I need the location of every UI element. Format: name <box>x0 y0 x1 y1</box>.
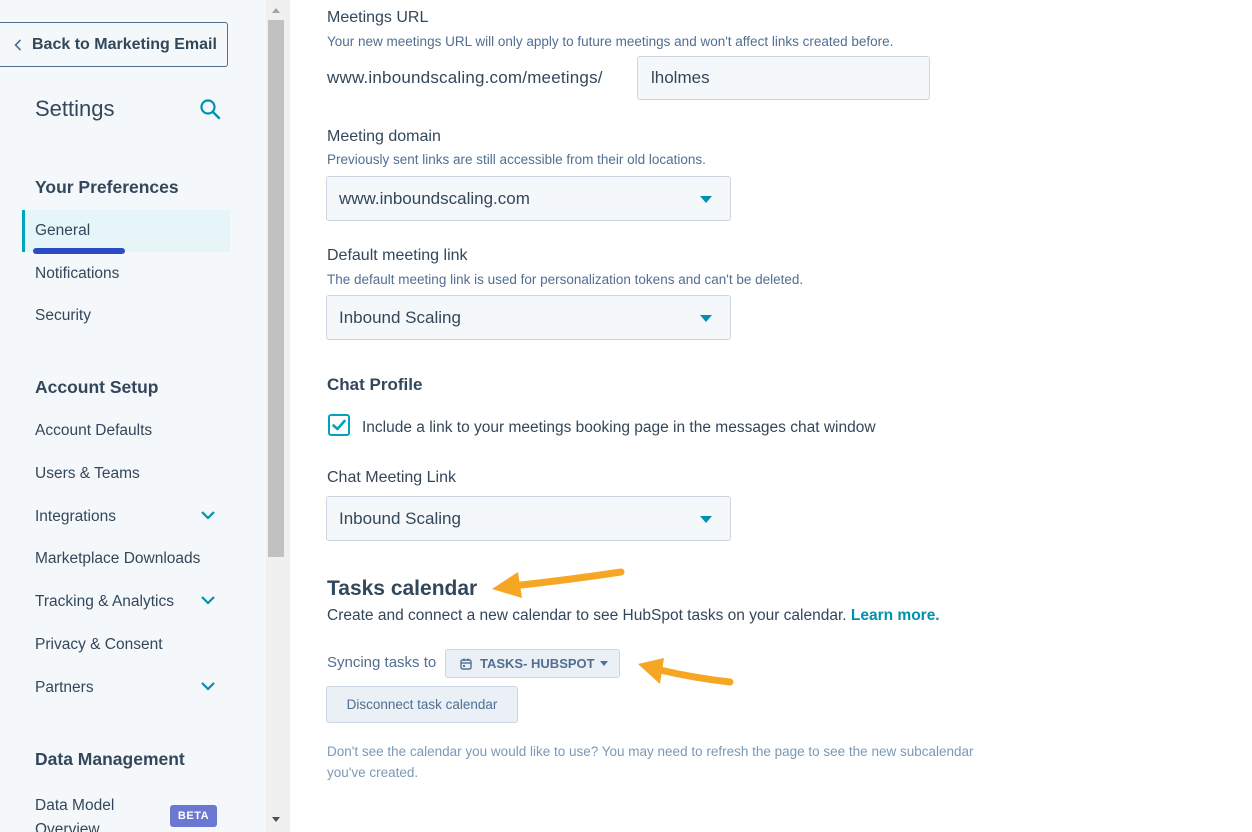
learn-more-link[interactable]: Learn more. <box>851 607 940 624</box>
sidebar-item-marketplace-downloads[interactable]: Marketplace Downloads <box>22 538 230 580</box>
annotation-arrow-icon <box>638 658 734 686</box>
chat-meeting-link-label: Chat Meeting Link <box>327 469 456 486</box>
meetings-url-prefix: www.inboundscaling.com/meetings/ <box>327 68 603 87</box>
default-meeting-link-help: The default meeting link is used for per… <box>327 272 804 287</box>
sidebar-item-security[interactable]: Security <box>22 295 230 337</box>
scrollbar-thumb[interactable] <box>268 20 284 557</box>
meeting-domain-label: Meeting domain <box>327 128 441 145</box>
sidebar-item-integrations[interactable]: Integrations <box>22 496 230 538</box>
default-meeting-link-select[interactable]: Inbound Scaling <box>326 295 731 340</box>
tasks-calendar-heading: Tasks calendar <box>327 577 478 600</box>
sidebar-item-label: Security <box>35 307 91 324</box>
syncing-tasks-label: Syncing tasks to <box>327 654 437 671</box>
chat-meeting-link-value: Inbound Scaling <box>339 508 461 528</box>
sidebar-item-label: Privacy & Consent <box>35 636 163 653</box>
sidebar-item-account-defaults[interactable]: Account Defaults <box>22 410 230 452</box>
meeting-domain-select[interactable]: www.inboundscaling.com <box>326 176 731 221</box>
sidebar-item-label: General <box>35 222 91 239</box>
caret-down-icon <box>700 516 712 523</box>
default-meeting-link-label: Default meeting link <box>327 247 468 264</box>
chevron-down-icon[interactable] <box>200 509 216 521</box>
tasks-calendar-description-text: Create and connect a new calendar to see… <box>327 607 847 624</box>
section-data-management: Data Management <box>35 749 185 769</box>
sidebar-item-users-teams[interactable]: Users & Teams <box>22 453 230 495</box>
sidebar-item-general[interactable]: General <box>22 210 230 252</box>
section-account-setup: Account Setup <box>35 377 159 397</box>
beta-badge: BETA <box>170 805 217 827</box>
meetings-url-label: Meetings URL <box>327 9 429 26</box>
calendar-refresh-note: Don't see the calendar you would like to… <box>327 744 974 780</box>
sidebar-item-label: Account Defaults <box>35 422 153 439</box>
caret-down-icon <box>700 315 712 322</box>
back-to-marketing-email-button[interactable]: Back to Marketing Email <box>0 22 228 67</box>
sidebar-item-privacy-consent[interactable]: Privacy & Consent <box>22 624 230 666</box>
meetings-url-value: lholmes <box>651 68 710 87</box>
scroll-up-arrow-icon[interactable] <box>268 3 284 17</box>
section-your-preferences: Your Preferences <box>35 177 179 197</box>
sidebar-item-data-model-overview[interactable]: Data Model Overview <box>35 794 145 832</box>
sidebar-item-label: Partners <box>35 679 94 696</box>
meetings-url-help: Your new meetings URL will only apply to… <box>327 34 894 49</box>
annotation-arrow-icon <box>492 568 625 598</box>
tasks-calendar-description: Create and connect a new calendar to see… <box>327 607 940 625</box>
sidebar-item-label: Users & Teams <box>35 465 140 482</box>
task-calendar-name: TASKS- HUBSPOT <box>480 656 595 671</box>
sidebar-item-partners[interactable]: Partners <box>22 667 230 709</box>
sidebar-item-notifications[interactable]: Notifications <box>22 253 230 295</box>
settings-title: Settings <box>35 96 115 121</box>
chat-profile-heading: Chat Profile <box>327 375 423 394</box>
chevron-down-icon[interactable] <box>200 594 216 606</box>
include-link-checkbox[interactable] <box>328 414 350 436</box>
sidebar-item-label: Tracking & Analytics <box>35 593 174 610</box>
back-button-label: Back to Marketing Email <box>32 35 217 53</box>
search-icon[interactable] <box>198 97 222 121</box>
sidebar-item-label: Integrations <box>35 508 116 525</box>
calendar-icon <box>460 658 472 670</box>
settings-sidebar: Back to Marketing Email Settings Your Pr… <box>0 0 266 832</box>
meetings-url-input[interactable]: lholmes <box>637 56 930 100</box>
meeting-domain-help: Previously sent links are still accessib… <box>327 152 706 167</box>
caret-down-icon <box>700 196 712 203</box>
caret-down-icon <box>599 661 608 666</box>
chevron-down-icon[interactable] <box>200 680 216 692</box>
sidebar-item-label: Marketplace Downloads <box>35 550 201 567</box>
divider <box>286 0 290 832</box>
meeting-domain-value: www.inboundscaling.com <box>339 188 530 208</box>
scroll-down-arrow-icon[interactable] <box>268 812 284 826</box>
default-meeting-link-value: Inbound Scaling <box>339 307 461 327</box>
task-calendar-dropdown[interactable]: TASKS- HUBSPOT <box>445 649 620 678</box>
checkmark-icon <box>332 419 346 431</box>
sidebar-item-label: Notifications <box>35 265 120 282</box>
include-link-label[interactable]: Include a link to your meetings booking … <box>362 419 876 437</box>
chat-meeting-link-select[interactable]: Inbound Scaling <box>326 496 731 541</box>
disconnect-task-calendar-button[interactable]: Disconnect task calendar <box>326 686 518 723</box>
chevron-left-icon <box>14 38 22 51</box>
sidebar-item-tracking-analytics[interactable]: Tracking & Analytics <box>22 581 230 623</box>
